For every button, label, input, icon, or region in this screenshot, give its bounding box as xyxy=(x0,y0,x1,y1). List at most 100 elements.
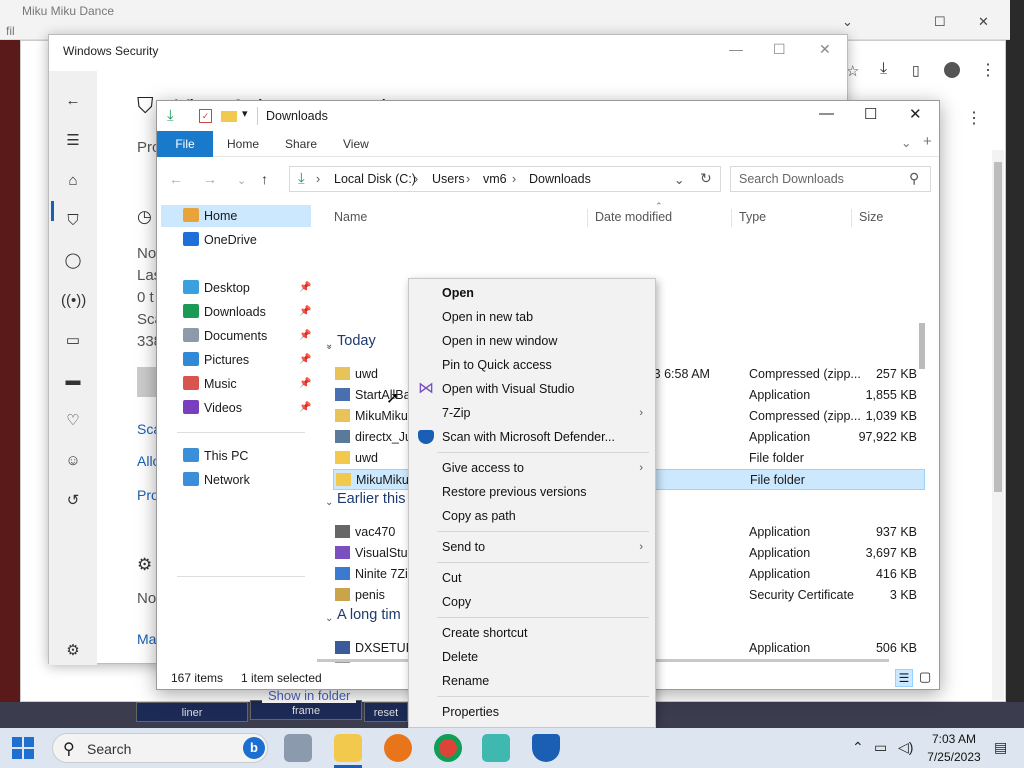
pin-icon[interactable]: 📌 xyxy=(299,378,311,389)
breadcrumb-users[interactable]: Users xyxy=(432,172,465,186)
menu-item-rename[interactable]: Rename xyxy=(409,669,655,693)
menu-item-properties[interactable]: Properties xyxy=(409,700,655,724)
group-header[interactable]: Today xyxy=(337,333,376,349)
menu-item-open-with-visual-studio[interactable]: ⋈ Open with Visual Studio xyxy=(409,377,655,401)
collapse-group-icon[interactable]: ⌄ xyxy=(325,339,333,350)
vertical-scrollbar-thumb[interactable] xyxy=(919,323,925,369)
pin-icon[interactable]: 📌 xyxy=(299,306,311,317)
tab-share[interactable]: Share xyxy=(273,131,329,157)
menu-item-open-in-new-tab[interactable]: Open in new tab xyxy=(409,305,655,329)
star-icon[interactable]: ☆ xyxy=(846,62,859,80)
new-folder-icon[interactable] xyxy=(221,111,237,122)
sidebar-item-documents[interactable]: Documents xyxy=(183,325,267,347)
menu-item-pin-to-quick-access[interactable]: Pin to Quick access xyxy=(409,353,655,377)
collapse-group-icon[interactable]: ⌄ xyxy=(325,613,333,624)
sidebar-item-videos[interactable]: Videos xyxy=(183,397,242,419)
menu-item-cut[interactable]: Cut xyxy=(409,566,655,590)
details-view-icon[interactable]: ☰ xyxy=(895,669,913,687)
app-browser-control-icon[interactable]: ▭ xyxy=(61,329,85,353)
notifications-icon[interactable]: ▤ xyxy=(994,739,1007,756)
sidebar-item-downloads[interactable]: Downloads xyxy=(183,301,266,323)
device-security-icon[interactable]: ▬ xyxy=(61,369,85,393)
search-box[interactable]: Search Downloads ⚲ xyxy=(730,166,931,192)
menu-item-restore-previous-versions[interactable]: Restore previous versions xyxy=(409,480,655,504)
up-arrow-icon[interactable]: ↑ xyxy=(261,171,268,187)
forward-arrow-icon[interactable]: → xyxy=(203,171,217,187)
menu-item-create-shortcut[interactable]: Create shortcut xyxy=(409,621,655,645)
recent-locations-icon[interactable]: ⌄ xyxy=(237,174,246,187)
sidebar-item-onedrive[interactable]: OneDrive xyxy=(183,229,257,251)
liner-button[interactable]: liner xyxy=(136,702,248,722)
pin-icon[interactable]: 📌 xyxy=(299,330,311,341)
taskbar-search-box[interactable]: ⚲ Search b xyxy=(52,733,268,763)
group-header[interactable]: Earlier this xyxy=(337,491,406,507)
reset-button[interactable]: reset xyxy=(364,702,408,722)
profile-icon[interactable] xyxy=(944,62,960,78)
clock[interactable]: 7:03 AM 7/25/2023 xyxy=(924,730,984,766)
column-divider[interactable] xyxy=(731,209,732,227)
breadcrumb-downloads[interactable]: Downloads xyxy=(529,172,591,186)
column-header-size[interactable]: Size xyxy=(859,210,883,224)
back-arrow-icon[interactable]: ← xyxy=(169,171,183,187)
close-icon[interactable]: ✕ xyxy=(909,105,922,123)
volume-icon[interactable]: ◁) xyxy=(898,739,913,756)
maximize-icon[interactable]: ☐ xyxy=(864,105,877,123)
collapse-group-icon[interactable]: ⌄ xyxy=(325,497,333,508)
sidebar-item-pictures[interactable]: Pictures xyxy=(183,349,249,371)
sidebar-item-network[interactable]: Network xyxy=(183,469,250,491)
search-icon[interactable]: ⚲ xyxy=(909,170,919,187)
breadcrumb-local-disk[interactable]: Local Disk (C:) xyxy=(334,172,416,186)
shield-icon[interactable]: ⛉ xyxy=(61,209,85,233)
more-menu-icon[interactable]: ⋮ xyxy=(980,60,996,80)
maximize-icon[interactable]: ☐ xyxy=(773,41,786,58)
home-icon[interactable]: ⌂ xyxy=(61,169,85,193)
back-arrow-icon[interactable]: ← xyxy=(61,89,85,113)
menu-item-copy-as-path[interactable]: Copy as path xyxy=(409,504,655,528)
column-header-type[interactable]: Type xyxy=(739,210,766,224)
large-icons-view-icon[interactable]: ▢ xyxy=(919,669,931,685)
miku-miku-dance-icon[interactable] xyxy=(482,734,510,762)
sidebar-item-home[interactable]: Home xyxy=(161,205,311,227)
column-header-name[interactable]: Name xyxy=(334,210,367,224)
menu-item-delete[interactable]: Delete xyxy=(409,645,655,669)
settings-gear-icon[interactable]: ⚙ xyxy=(61,639,85,663)
file-explorer-taskbar-icon[interactable] xyxy=(334,734,362,762)
sidebar-item-desktop[interactable]: Desktop xyxy=(183,277,250,299)
sidebar-item-music[interactable]: Music xyxy=(183,373,237,395)
column-header-date-modified[interactable]: Date modified xyxy=(595,210,672,224)
firefox-icon[interactable] xyxy=(384,734,412,762)
breadcrumb-vm6[interactable]: vm6 xyxy=(483,172,507,186)
pin-icon[interactable]: 📌 xyxy=(299,354,311,365)
taskbar-search-input[interactable]: Search xyxy=(87,741,131,757)
menu-item-open[interactable]: Open xyxy=(409,281,655,305)
minimize-icon[interactable]: — xyxy=(819,105,834,122)
menu-item-copy[interactable]: Copy xyxy=(409,590,655,614)
more-options-icon[interactable]: ⋮ xyxy=(966,108,982,128)
background-scrollbar[interactable] xyxy=(992,150,1004,700)
family-options-icon[interactable]: ☺ xyxy=(61,449,85,473)
firewall-icon[interactable]: ((•)) xyxy=(61,289,86,313)
column-divider[interactable] xyxy=(851,209,852,227)
menu-item-open-in-new-window[interactable]: Open in new window xyxy=(409,329,655,353)
search-input[interactable]: Search Downloads xyxy=(739,172,844,186)
account-icon[interactable]: ◯ xyxy=(61,249,85,273)
refresh-icon[interactable]: ↻ xyxy=(700,170,712,187)
tab-home[interactable]: Home xyxy=(215,131,271,157)
task-view-icon[interactable] xyxy=(284,734,312,762)
download-arrow-icon[interactable]: ⤓ xyxy=(167,107,174,124)
sidebar-toggle-icon[interactable]: ▯ xyxy=(912,62,920,79)
column-divider[interactable] xyxy=(587,209,588,227)
close-icon[interactable]: ✕ xyxy=(819,41,831,58)
group-header[interactable]: A long tim xyxy=(337,607,401,623)
pin-icon[interactable]: 📌 xyxy=(299,282,311,293)
add-icon[interactable]: + xyxy=(923,133,932,150)
menu-item-give-access-to[interactable]: Give access to › xyxy=(409,456,655,480)
hamburger-menu-icon[interactable]: ☰ xyxy=(61,129,85,153)
menu-item-send-to[interactable]: Send to › xyxy=(409,535,655,559)
address-dropdown-icon[interactable]: ⌄ xyxy=(674,172,684,187)
background-file-menu[interactable]: fil xyxy=(6,24,15,38)
quick-scan-button[interactable] xyxy=(137,367,157,397)
network-icon[interactable]: ▭ xyxy=(874,739,887,756)
download-icon[interactable]: ⤓ xyxy=(880,60,887,78)
windows-security-icon[interactable] xyxy=(532,734,560,762)
